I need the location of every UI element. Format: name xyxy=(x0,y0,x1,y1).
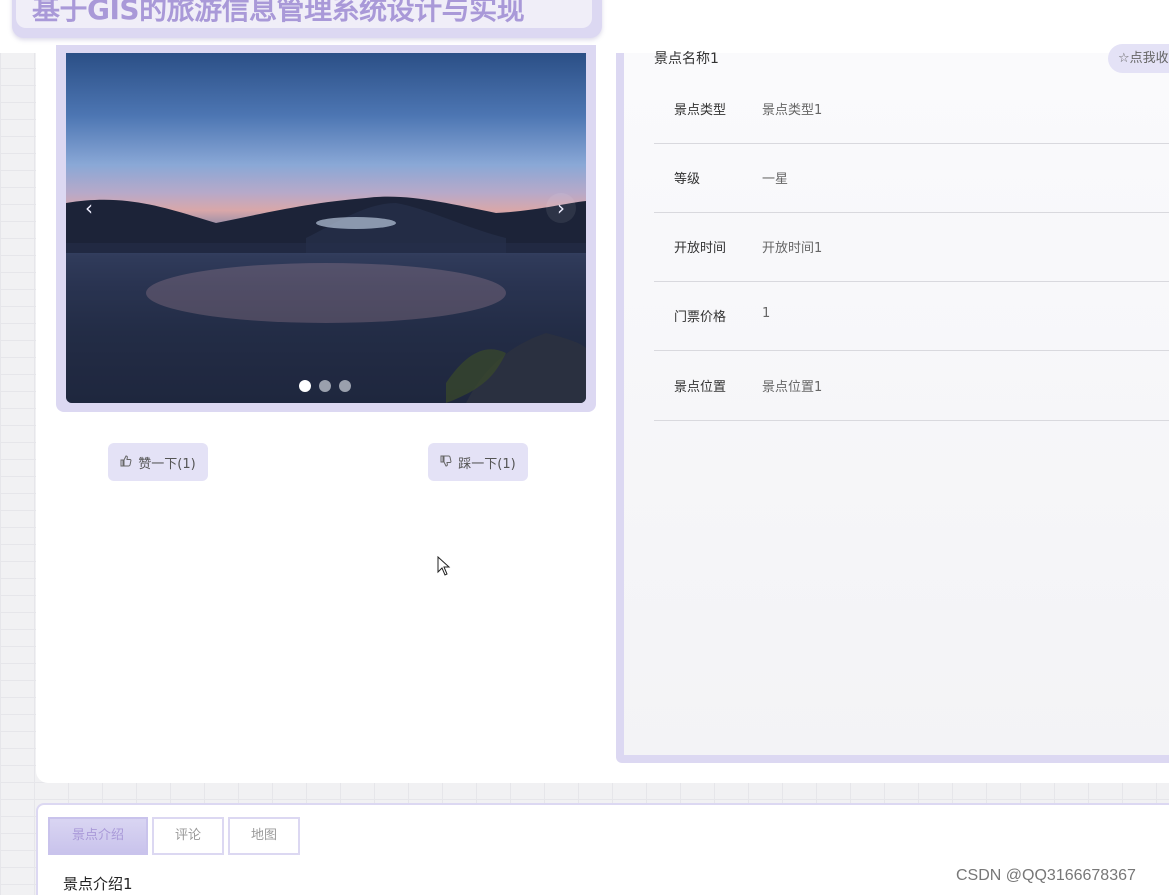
thumbs-down-icon xyxy=(440,455,452,470)
detail-label: 门票价格 xyxy=(674,310,727,325)
detail-label: 等级 xyxy=(674,172,701,187)
image-carousel[interactable]: ‹ › xyxy=(66,53,586,403)
tab-comments[interactable]: 评论 xyxy=(152,817,224,855)
detail-row-location: 景点位置 景点位置1 xyxy=(654,352,1169,421)
favorite-button[interactable]: ☆点我收藏 xyxy=(1108,44,1169,73)
detail-label: 景点类型 xyxy=(674,103,727,118)
site-title: 基于GIS的旅游信息管理系统设计与实现 xyxy=(32,0,525,26)
dislike-label: 踩一下(1) xyxy=(458,456,516,472)
detail-row-level: 等级 一星 xyxy=(654,144,1169,213)
like-label: 赞一下(1) xyxy=(138,456,196,472)
detail-row-type: 景点类型 景点类型1 xyxy=(654,75,1169,144)
carousel-dot[interactable] xyxy=(299,380,311,392)
detail-label: 景点位置 xyxy=(674,380,727,395)
dislike-button[interactable]: 踩一下(1) xyxy=(428,443,528,481)
carousel-slide-image xyxy=(66,196,586,403)
tab-intro[interactable]: 景点介绍 xyxy=(48,817,148,855)
intro-text: 景点介绍1 xyxy=(63,875,133,893)
detail-value: 景点位置1 xyxy=(762,380,823,395)
detail-value: 一星 xyxy=(762,172,789,187)
detail-value: 1 xyxy=(762,306,771,321)
detail-label: 开放时间 xyxy=(674,241,727,256)
carousel-prev-button[interactable]: ‹ xyxy=(74,193,104,223)
watermark: CSDN @QQ3166678367 xyxy=(956,867,1136,884)
detail-row-ticket-price: 门票价格 1 xyxy=(654,282,1169,351)
thumbs-up-icon xyxy=(120,454,132,470)
carousel-next-button[interactable]: › xyxy=(546,193,576,223)
detail-row-open-time: 开放时间 开放时间1 xyxy=(654,213,1169,282)
detail-value: 景点类型1 xyxy=(762,103,823,118)
tab-map[interactable]: 地图 xyxy=(228,817,300,855)
like-button[interactable]: 赞一下(1) xyxy=(108,443,208,481)
detail-value: 开放时间1 xyxy=(762,241,823,256)
carousel-dot[interactable] xyxy=(319,380,331,392)
mouse-cursor-icon xyxy=(437,555,451,580)
carousel-dot[interactable] xyxy=(339,380,351,392)
spot-name: 景点名称1 xyxy=(654,51,719,67)
carousel-indicators xyxy=(299,380,351,392)
